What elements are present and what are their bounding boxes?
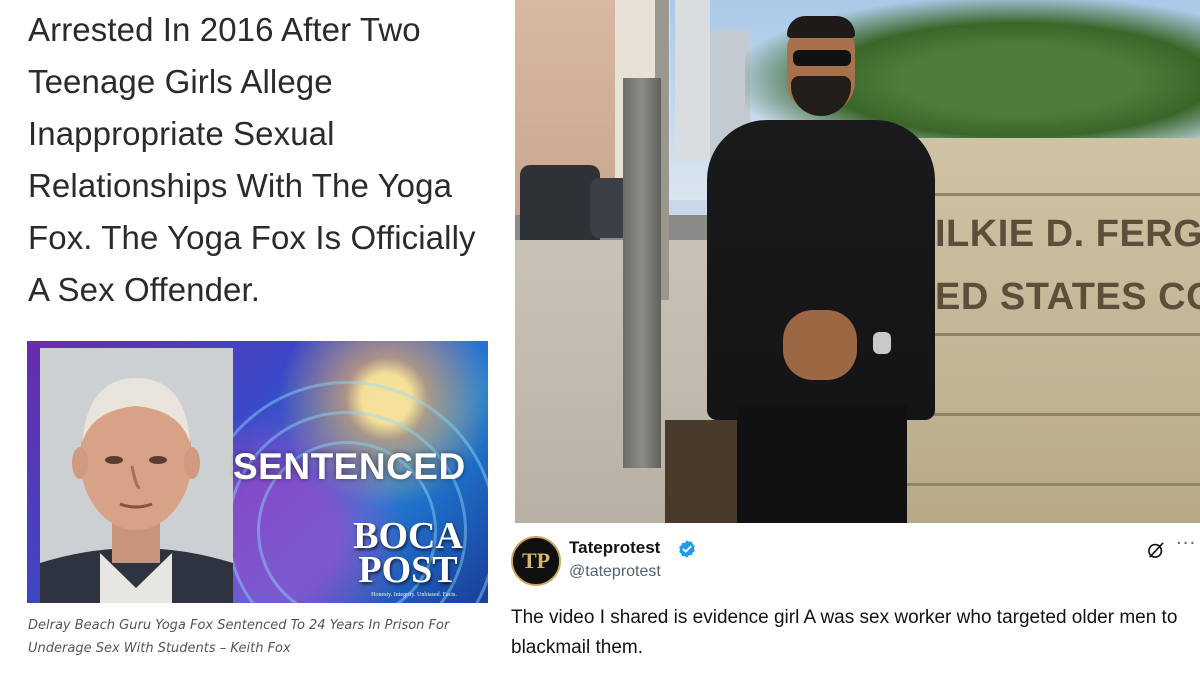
avatar[interactable]: TP: [511, 536, 561, 586]
article-panel: Arrested In 2016 After Two Teenage Girls…: [0, 0, 505, 675]
more-options-icon[interactable]: ···: [1176, 535, 1198, 557]
hair: [787, 16, 855, 38]
image-caption: Delray Beach Guru Yoga Fox Sentenced To …: [28, 618, 450, 656]
wristwatch: [873, 332, 891, 354]
beard: [791, 76, 851, 116]
avatar-initials: TP: [521, 548, 551, 573]
concrete-pillar: [623, 78, 661, 468]
display-name[interactable]: Tateprotest: [569, 538, 660, 558]
logo-line-boca: BOCA: [353, 515, 463, 557]
mugshot-photo: [40, 348, 233, 603]
grok-icon[interactable]: [1146, 540, 1166, 560]
sunglasses: [793, 50, 851, 66]
hands-gesture: [783, 310, 857, 380]
mugshot-portrait: [40, 348, 233, 603]
boca-post-logo: BOCA POST: [333, 515, 483, 591]
sentenced-overlay-text: SENTENCED: [233, 446, 466, 487]
user-handle[interactable]: @tateprotest: [569, 563, 661, 581]
parked-suv: [520, 165, 600, 250]
man-in-suit: [695, 10, 945, 523]
sign-text-line1: ILKIE D. FERGUS: [935, 213, 1200, 255]
article-headline: Arrested In 2016 After Two Teenage Girls…: [28, 11, 476, 308]
sign-text-line2: ED STATES COU: [935, 276, 1200, 318]
tweet-photo[interactable]: ILKIE D. FERGUS ED STATES COU: [515, 0, 1200, 523]
tweet-panel: ILKIE D. FERGUS ED STATES COU TP Tatepro…: [505, 0, 1200, 675]
suit-trousers: [737, 405, 907, 523]
news-image: SENTENCED BOCA POST Honesty. Integrity. …: [27, 341, 488, 603]
tweet-text: The video I shared is evidence girl A wa…: [511, 607, 1178, 658]
logo-line-post: POST: [358, 549, 458, 591]
verified-badge-icon: [679, 540, 695, 558]
tweet-card: TP Tateprotest @tateprotest ··· The vide…: [505, 523, 1200, 675]
logo-tagline: Honesty. Integrity. Unbiased. Facts.: [371, 592, 457, 598]
